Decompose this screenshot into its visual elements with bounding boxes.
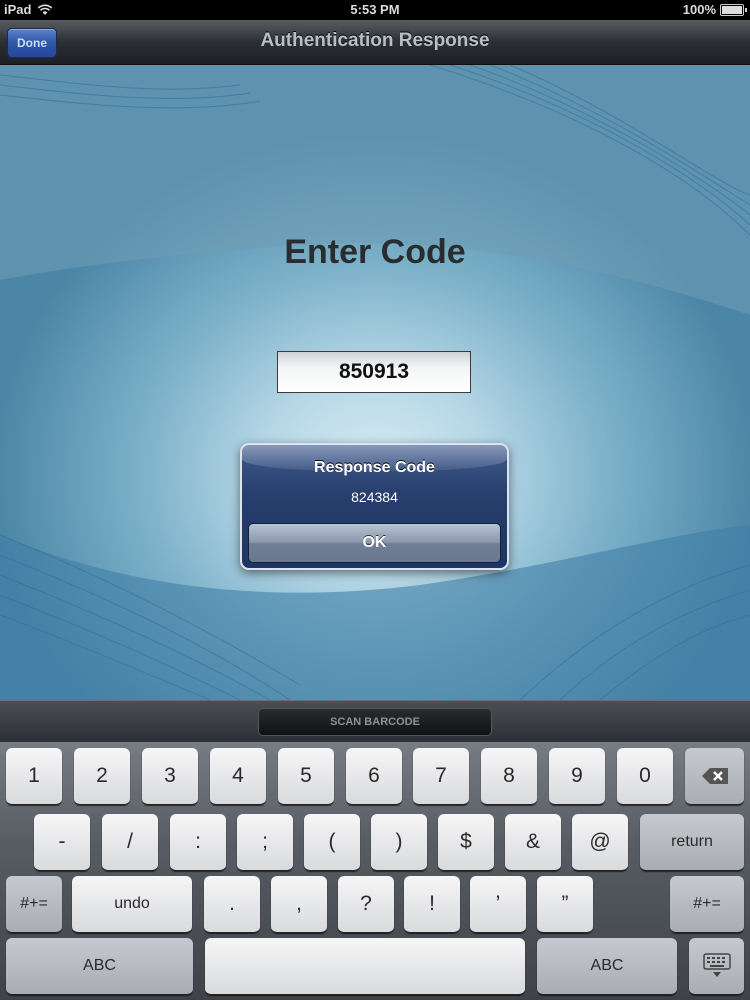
battery-percent: 100% (682, 2, 716, 17)
status-time: 5:53 PM (350, 2, 400, 17)
abc-key-right[interactable]: ABC (537, 938, 677, 995)
key-period[interactable]: . (204, 876, 260, 933)
key-dash[interactable]: - (34, 814, 90, 871)
key-6[interactable]: 6 (346, 748, 402, 805)
backspace-icon (701, 768, 728, 784)
response-code-alert: Response Code 824384 OK (240, 443, 509, 570)
nav-title: Authentication Response (260, 30, 490, 51)
abc-key-left[interactable]: ABC (6, 938, 193, 995)
key-ampersand[interactable]: & (505, 814, 561, 871)
status-bar: iPad 5:53 PM 100% (0, 0, 750, 20)
keyboard-accessory-bar: SCAN BARCODE (0, 700, 750, 743)
alert-message: 824384 (351, 489, 398, 505)
key-5[interactable]: 5 (278, 748, 334, 805)
keyboard-hide-icon (702, 953, 731, 977)
page-heading: Enter Code (284, 233, 466, 271)
key-quote[interactable]: ” (537, 876, 593, 933)
status-right: 100% (682, 2, 747, 17)
key-open-paren[interactable]: ( (304, 814, 360, 871)
symbols-key-right[interactable]: #+= (670, 876, 744, 933)
hide-keyboard-key[interactable] (689, 938, 744, 995)
alert-title: Response Code (314, 459, 435, 476)
battery-icon (720, 3, 747, 16)
key-slash[interactable]: / (102, 814, 158, 871)
keyboard: 1 2 3 4 5 6 7 8 9 0 - / : ; ( ) $ & @ re… (0, 742, 750, 1000)
key-question[interactable]: ? (338, 876, 394, 933)
battery-fill (722, 5, 742, 14)
backspace-key[interactable] (685, 748, 744, 805)
return-key[interactable]: return (640, 814, 744, 871)
key-close-paren[interactable]: ) (371, 814, 427, 871)
undo-key[interactable]: undo (72, 876, 192, 933)
key-9[interactable]: 9 (549, 748, 605, 805)
space-key[interactable] (205, 938, 525, 995)
key-4[interactable]: 4 (210, 748, 266, 805)
main-content: Enter Code 850913 (0, 65, 750, 700)
key-dollar[interactable]: $ (438, 814, 494, 871)
symbols-key-left[interactable]: #+= (6, 876, 62, 933)
key-comma[interactable]: , (271, 876, 327, 933)
key-8[interactable]: 8 (481, 748, 537, 805)
scan-barcode-button[interactable]: SCAN BARCODE (258, 708, 492, 736)
key-at[interactable]: @ (572, 814, 628, 871)
key-1[interactable]: 1 (6, 748, 62, 805)
key-colon[interactable]: : (170, 814, 226, 871)
key-semicolon[interactable]: ; (237, 814, 293, 871)
nav-bar: Done Authentication Response (0, 20, 750, 65)
key-2[interactable]: 2 (74, 748, 130, 805)
key-exclamation[interactable]: ! (404, 876, 460, 933)
ok-button[interactable]: OK (248, 523, 501, 563)
code-input[interactable]: 850913 (277, 351, 471, 393)
key-0[interactable]: 0 (617, 748, 673, 805)
key-3[interactable]: 3 (142, 748, 198, 805)
key-7[interactable]: 7 (413, 748, 469, 805)
key-apostrophe[interactable]: ’ (470, 876, 526, 933)
